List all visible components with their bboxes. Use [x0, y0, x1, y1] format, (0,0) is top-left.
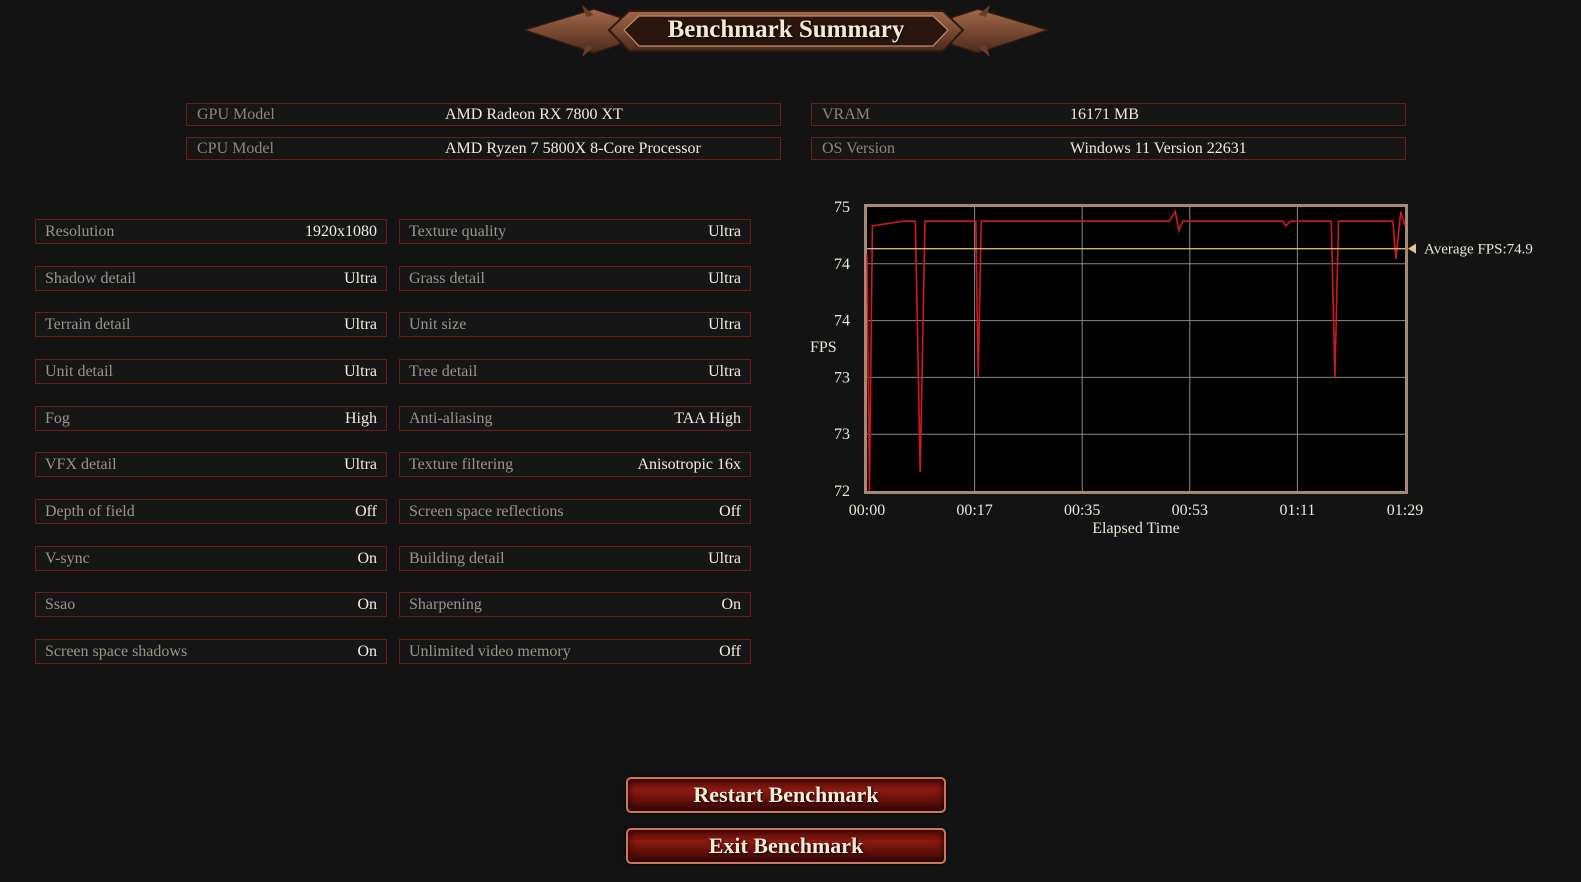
setting-value: Ultra	[708, 550, 741, 567]
os-version-value: Windows 11 Version 22631	[1070, 140, 1247, 157]
setting-label: VFX detail	[45, 456, 117, 473]
x-axis-ticks: 00:00 00:17 00:35 00:53 01:11 01:29	[849, 502, 1423, 519]
restart-benchmark-button[interactable]: Restart Benchmark	[626, 777, 946, 813]
setting-texture-quality: Texture quality Ultra	[399, 219, 751, 244]
setting-value: Off	[719, 643, 741, 660]
setting-value: Off	[719, 503, 741, 520]
setting-unit-size: Unit size Ultra	[399, 312, 751, 337]
setting-value: Ultra	[344, 270, 377, 287]
cpu-model-field: CPU Model AMD Ryzen 7 5800X 8-Core Proce…	[186, 137, 781, 160]
page-title: Benchmark Summary	[667, 16, 905, 43]
x-tick-label: 00:53	[1172, 502, 1208, 519]
exit-benchmark-button[interactable]: Exit Benchmark	[626, 828, 946, 864]
setting-label: Unit detail	[45, 363, 113, 380]
cpu-model-value: AMD Ryzen 7 5800X 8-Core Processor	[445, 140, 701, 157]
setting-label: Screen space shadows	[45, 643, 188, 660]
setting-sharpening: Sharpening On	[399, 592, 751, 617]
setting-label: Unit size	[409, 316, 467, 333]
setting-label: Texture quality	[409, 223, 507, 240]
x-tick-label: 00:00	[849, 502, 885, 519]
y-tick-label: 75	[834, 199, 850, 216]
x-axis-label: Elapsed Time	[1092, 520, 1180, 537]
x-tick-label: 00:35	[1064, 502, 1100, 519]
setting-value: Ultra	[708, 316, 741, 333]
setting-label: Terrain detail	[45, 316, 131, 333]
y-axis-label: FPS	[810, 339, 837, 356]
cpu-model-label: CPU Model	[197, 140, 274, 157]
gpu-model-label: GPU Model	[197, 106, 275, 123]
setting-label: Unlimited video memory	[409, 643, 571, 660]
setting-value: On	[721, 596, 741, 613]
setting-value: Off	[355, 503, 377, 520]
setting-shadow-detail: Shadow detail Ultra	[35, 266, 387, 291]
average-marker-icon	[1408, 243, 1416, 254]
setting-tree-detail: Tree detail Ultra	[399, 359, 751, 384]
setting-texture-filtering: Texture filtering Anisotropic 16x	[399, 452, 751, 477]
setting-vfx-detail: VFX detail Ultra	[35, 452, 387, 477]
vram-field: VRAM 16171 MB	[811, 103, 1406, 126]
gpu-model-field: GPU Model AMD Radeon RX 7800 XT	[186, 103, 781, 126]
setting-anti-aliasing: Anti-aliasing TAA High	[399, 406, 751, 431]
y-tick-label: 74	[834, 313, 850, 330]
y-tick-label: 73	[834, 369, 850, 386]
gpu-model-value: AMD Radeon RX 7800 XT	[445, 106, 623, 123]
setting-ssao: Ssao On	[35, 592, 387, 617]
y-tick-label: 73	[834, 426, 850, 443]
average-fps-label: Average FPS:74.9	[1424, 242, 1533, 258]
setting-unlimited-video-memory: Unlimited video memory Off	[399, 639, 751, 664]
vram-value: 16171 MB	[1070, 106, 1139, 123]
setting-building-detail: Building detail Ultra	[399, 546, 751, 571]
setting-label: Fog	[45, 410, 70, 427]
setting-label: Texture filtering	[409, 456, 514, 473]
setting-value: On	[357, 596, 377, 613]
setting-depth-of-field: Depth of field Off	[35, 499, 387, 524]
setting-label: V-sync	[45, 550, 90, 567]
setting-screen-space-reflections: Screen space reflections Off	[399, 499, 751, 524]
setting-screen-space-shadows: Screen space shadows On	[35, 639, 387, 664]
setting-fog: Fog High	[35, 406, 387, 431]
setting-value: High	[345, 410, 377, 427]
os-version-label: OS Version	[822, 140, 896, 157]
setting-value: Ultra	[708, 270, 741, 287]
setting-value: 1920x1080	[305, 223, 377, 240]
x-tick-label: 01:11	[1279, 502, 1315, 519]
setting-label: Screen space reflections	[409, 503, 564, 520]
fps-chart: 75 74 74 73 73 72 00:00 00:17 00:35 00:53 01:11 01…	[790, 190, 1570, 550]
setting-terrain-detail: Terrain detail Ultra	[35, 312, 387, 337]
setting-v-sync: V-sync On	[35, 546, 387, 571]
setting-value: TAA High	[674, 410, 741, 427]
setting-resolution: Resolution 1920x1080	[35, 219, 387, 244]
setting-unit-detail: Unit detail Ultra	[35, 359, 387, 384]
setting-grass-detail: Grass detail Ultra	[399, 266, 751, 291]
os-version-field: OS Version Windows 11 Version 22631	[811, 137, 1406, 160]
setting-value: On	[357, 643, 377, 660]
setting-label: Shadow detail	[45, 270, 137, 287]
setting-value: Anisotropic 16x	[637, 456, 741, 473]
chart-plot-area	[867, 207, 1405, 491]
setting-label: Building detail	[409, 550, 505, 567]
setting-label: Sharpening	[409, 596, 482, 613]
setting-value: Ultra	[344, 456, 377, 473]
setting-value: Ultra	[344, 363, 377, 380]
setting-value: Ultra	[344, 316, 377, 333]
title-banner: Benchmark Summary	[524, 3, 1048, 59]
setting-value: Ultra	[708, 223, 741, 240]
setting-label: Tree detail	[409, 363, 478, 380]
x-tick-label: 01:29	[1387, 502, 1423, 519]
fps-chart-svg: 75 74 74 73 73 72 00:00 00:17 00:35 00:53 01:11 01…	[810, 199, 1533, 537]
setting-value: Ultra	[708, 363, 741, 380]
setting-label: Grass detail	[409, 270, 485, 287]
vram-label: VRAM	[822, 106, 871, 123]
setting-value: On	[357, 550, 377, 567]
y-tick-label: 72	[834, 483, 850, 500]
y-tick-label: 74	[834, 256, 850, 273]
setting-label: Depth of field	[45, 503, 135, 520]
setting-label: Ssao	[45, 596, 76, 613]
setting-label: Resolution	[45, 223, 115, 240]
setting-label: Anti-aliasing	[409, 410, 493, 427]
x-tick-label: 00:17	[956, 502, 992, 519]
